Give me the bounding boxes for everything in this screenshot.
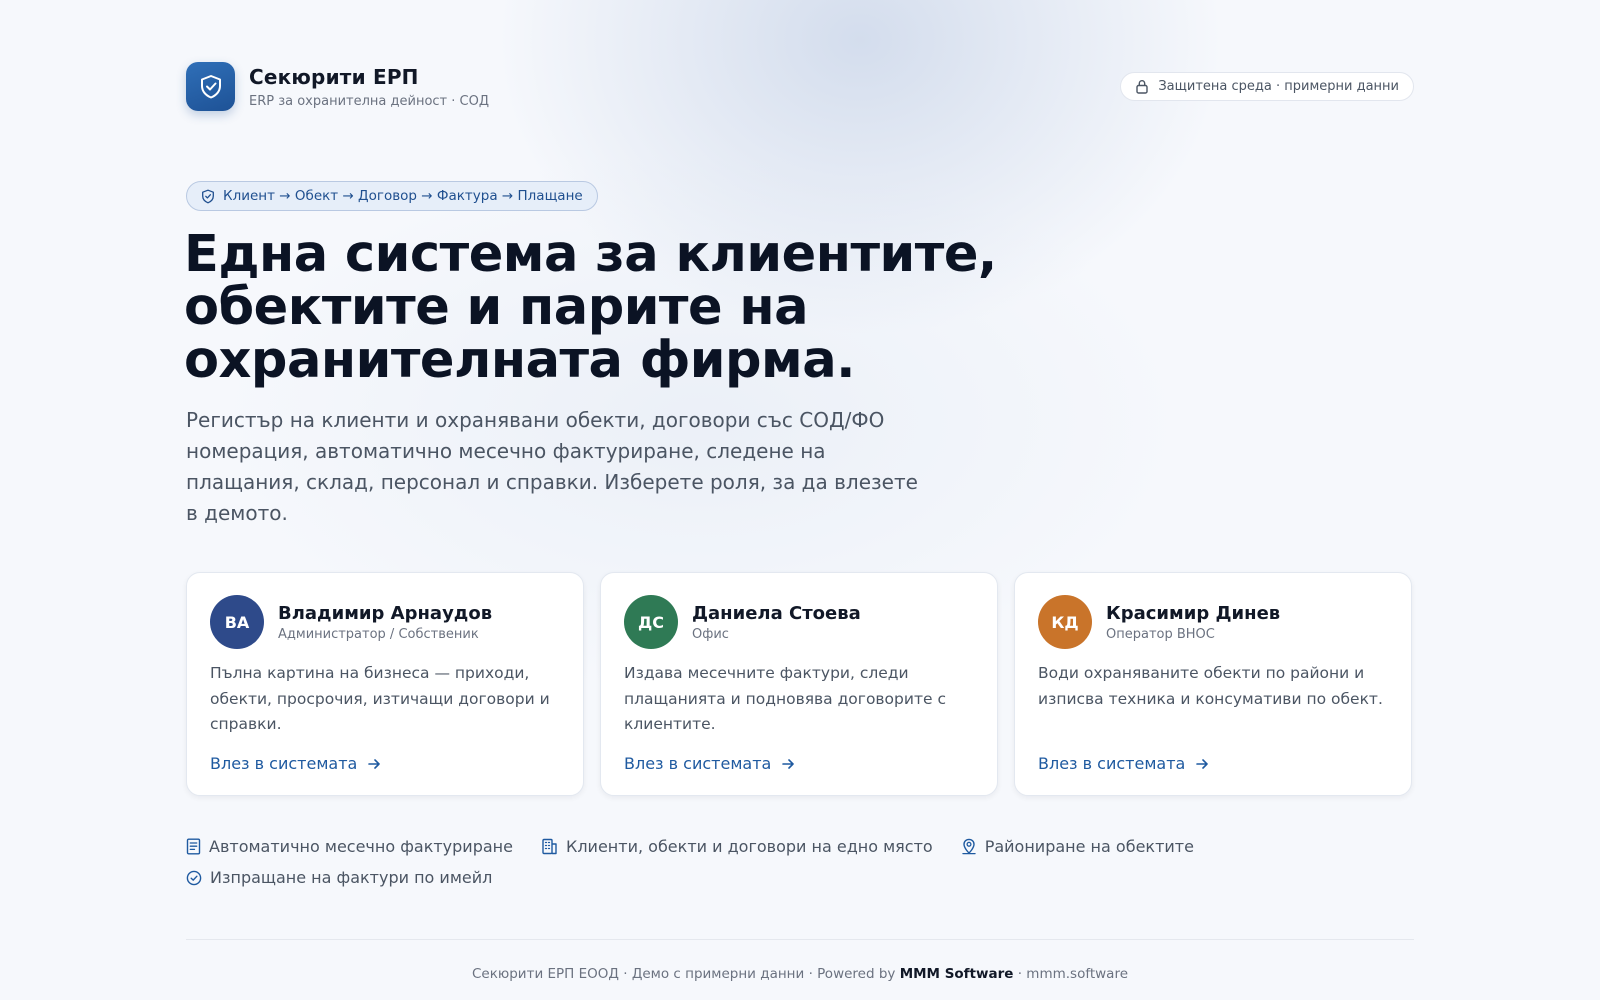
feature-item: Клиенти, обекти и договори на едно място bbox=[541, 837, 933, 856]
workflow-badge-label: Клиент → Обект → Договор → Фактура → Пла… bbox=[223, 188, 583, 204]
login-link-admin[interactable]: Влез в системата bbox=[210, 754, 381, 773]
role-person-name: Даниела Стоева bbox=[692, 602, 861, 624]
page-title: Една система за клиентите, обектите и па… bbox=[184, 225, 997, 390]
footer-brand-link[interactable]: MMM Software bbox=[900, 966, 1014, 982]
role-description: Пълна картина на бизнеса — приходи, обек… bbox=[210, 664, 550, 733]
secure-environment-badge: Защитена среда · примерни данни bbox=[1120, 72, 1414, 101]
role-title: Оператор ВНОС bbox=[1106, 626, 1215, 642]
feature-item: Райониране на обектите bbox=[961, 837, 1194, 856]
brand-subtitle: ERP за охранителна дейност · СОД bbox=[249, 93, 489, 109]
brand[interactable]: Секюрити ЕРП ERP за охранителна дейност … bbox=[186, 62, 489, 111]
arrow-right-icon bbox=[781, 757, 795, 771]
role-card-admin[interactable]: ВА Владимир Арнаудов Администратор / Соб… bbox=[186, 572, 584, 796]
footer-site: · mmm.software bbox=[1013, 966, 1129, 982]
avatar: ВА bbox=[210, 595, 264, 649]
footer-text: Секюрити ЕРП ЕООД · Демо с примерни данн… bbox=[471, 966, 900, 982]
feature-item: Изпращане на фактури по имейл bbox=[186, 868, 492, 887]
login-link-label: Влез в системата bbox=[1038, 754, 1186, 773]
feature-list: Автоматично месечно фактуриране Клиенти,… bbox=[186, 831, 1416, 893]
role-person-name: Красимир Динев bbox=[1106, 602, 1281, 624]
role-title: Офис bbox=[692, 626, 729, 642]
login-link-label: Влез в системата bbox=[624, 754, 772, 773]
role-description: Издава месечните фактури, следи плащания… bbox=[624, 664, 946, 733]
login-link-operator[interactable]: Влез в системата bbox=[1038, 754, 1209, 773]
workflow-badge: Клиент → Обект → Договор → Фактура → Пла… bbox=[186, 181, 598, 211]
check-circle-icon bbox=[186, 870, 202, 886]
lock-icon bbox=[1135, 79, 1149, 94]
shield-icon bbox=[186, 62, 235, 111]
feature-label: Изпращане на фактури по имейл bbox=[210, 868, 493, 887]
login-link-label: Влез в системата bbox=[210, 754, 358, 773]
arrow-right-icon bbox=[1195, 757, 1209, 771]
document-icon bbox=[186, 838, 201, 855]
shield-check-icon bbox=[201, 189, 215, 204]
feature-label: Автоматично месечно фактуриране bbox=[209, 837, 513, 856]
footer: Секюрити ЕРП ЕООД · Демо с примерни данн… bbox=[0, 966, 1600, 982]
login-page: Секюрити ЕРП ERP за охранителна дейност … bbox=[0, 0, 1600, 1000]
role-card-operator[interactable]: КД Красимир Динев Оператор ВНОС Води охр… bbox=[1014, 572, 1412, 796]
feature-label: Клиенти, обекти и договори на едно място bbox=[565, 837, 933, 856]
role-person-name: Владимир Арнаудов bbox=[278, 602, 493, 624]
role-description: Води охраняваните обекти по райони и изп… bbox=[1038, 664, 1383, 708]
feature-label: Райониране на обектите bbox=[984, 837, 1194, 856]
footer-divider bbox=[186, 939, 1414, 940]
lead-paragraph: Регистър на клиенти и охранявани обекти,… bbox=[186, 408, 918, 525]
location-pin-icon bbox=[961, 838, 977, 855]
brand-name: Секюрити ЕРП bbox=[249, 64, 419, 89]
feature-item: Автоматично месечно фактуриране bbox=[186, 837, 513, 856]
avatar: ДС bbox=[624, 595, 678, 649]
secure-badge-label: Защитена среда · примерни данни bbox=[1158, 79, 1399, 94]
role-cards: ВА Владимир Арнаудов Администратор / Соб… bbox=[186, 572, 1412, 796]
arrow-right-icon bbox=[367, 757, 381, 771]
role-card-office[interactable]: ДС Даниела Стоева Офис Издава месечните … bbox=[600, 572, 998, 796]
avatar: КД bbox=[1038, 595, 1092, 649]
login-link-office[interactable]: Влез в системата bbox=[624, 754, 795, 773]
role-title: Администратор / Собственик bbox=[278, 626, 479, 642]
building-icon bbox=[541, 838, 558, 855]
